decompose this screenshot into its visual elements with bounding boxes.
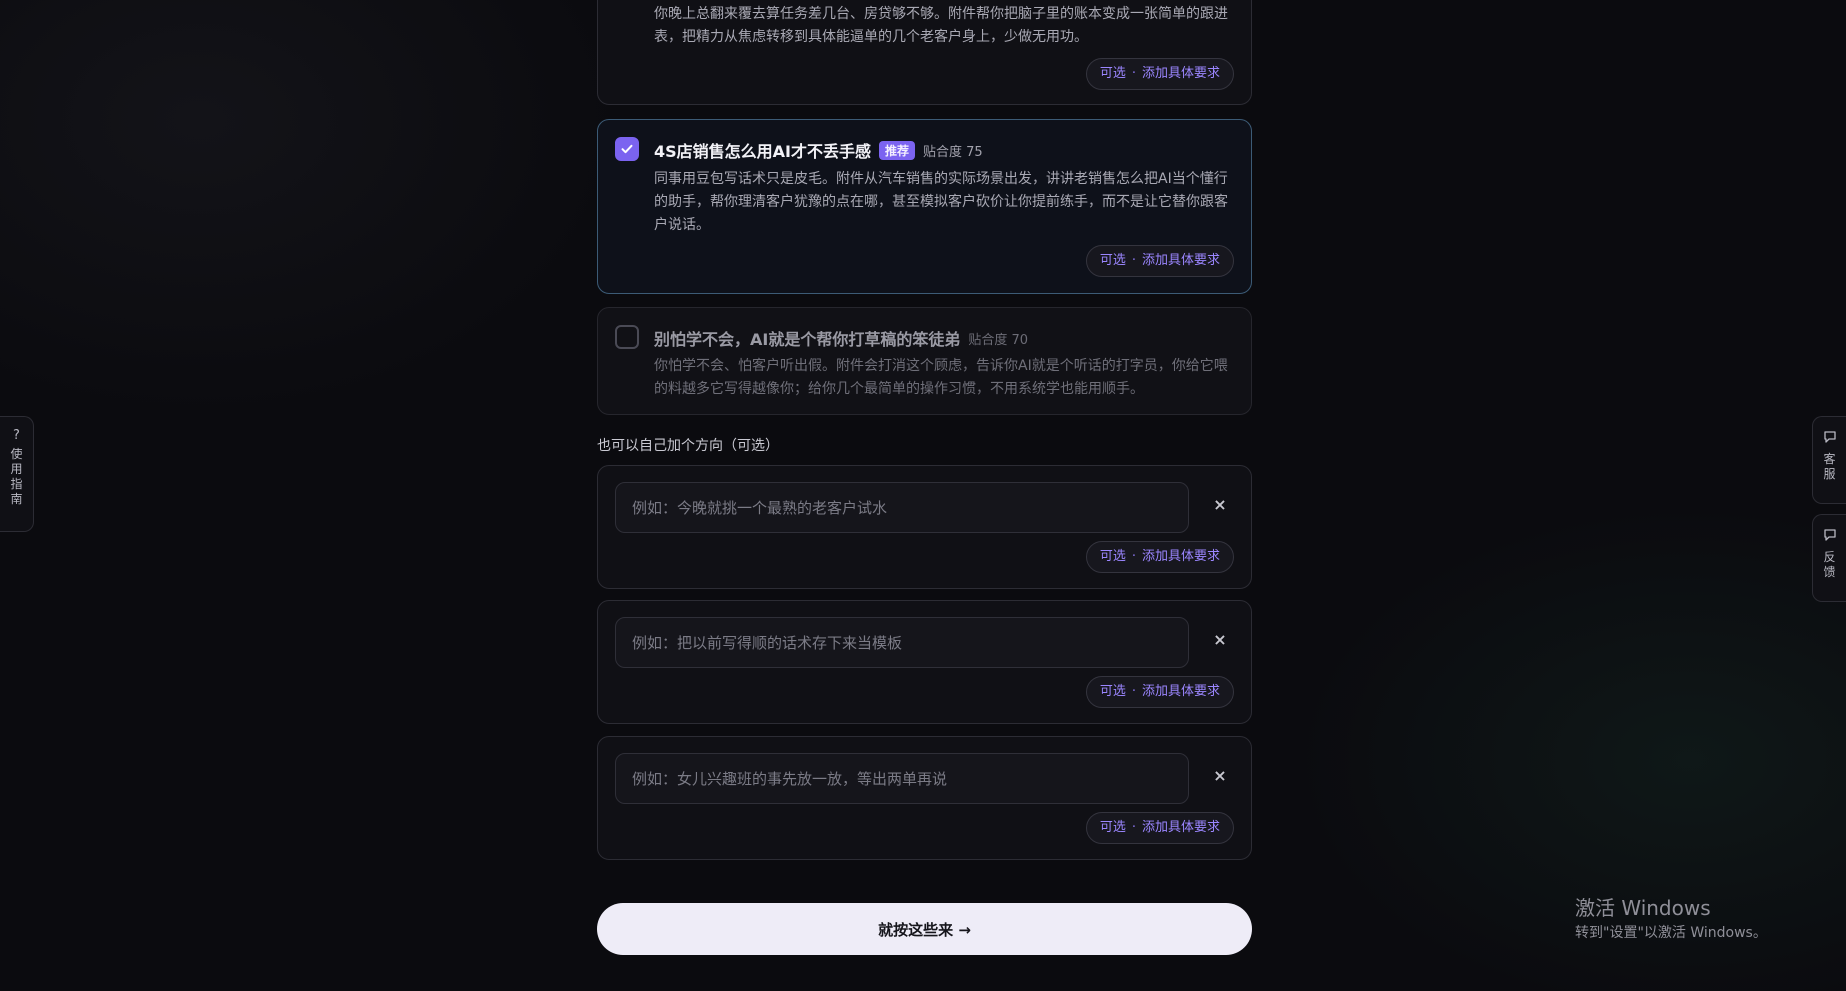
direction-card-selected[interactable]: 4S店销售怎么用AI才不丢手感 推荐 贴合度 75 同事用豆包写话术只是皮毛。附… [597, 119, 1252, 294]
guide-side-tab[interactable]: ? 使用指南 [0, 416, 34, 532]
direction-desc: 同事用豆包写话术只是皮毛。附件从汽车销售的实际场景出发，讲讲老销售怎么把AI当个… [654, 171, 1228, 233]
fit-score: 贴合度 70 [968, 332, 1029, 348]
custom-direction-label: 也可以自己加个方向（可选） [597, 438, 779, 454]
watermark-subtitle: 转到"设置"以激活 Windows。 [1575, 925, 1767, 941]
custom-direction-input[interactable] [615, 482, 1189, 533]
customer-service-tab[interactable]: 客服 [1812, 416, 1846, 504]
custom-direction-card: × 可选·添加具体要求 [597, 600, 1252, 724]
direction-desc: 你怕学不会、怕客户听出假。附件会打消这个顾虑，告诉你AI就是个听话的打字员，你给… [654, 358, 1228, 397]
fit-score: 贴合度 75 [923, 144, 983, 160]
feedback-tab[interactable]: 反馈 [1812, 514, 1846, 602]
feedback-label: 反馈 [1823, 550, 1836, 579]
guide-label: 使用指南 [10, 447, 23, 506]
custom-direction-card: × 可选·添加具体要求 [597, 465, 1252, 589]
customer-service-label: 客服 [1823, 452, 1836, 481]
direction-title-row: 4S店销售怎么用AI才不丢手感 推荐 贴合度 75 [654, 138, 983, 162]
custom-direction-input[interactable] [615, 753, 1189, 804]
submit-button[interactable]: 就按这些来 → [597, 903, 1252, 955]
direction-card: 你晚上总翻来覆去算任务差几台、房贷够不够。附件帮你把脑子里的账本变成一张简单的跟… [597, 0, 1252, 105]
add-requirement-button[interactable]: 可选 · 添加具体要求 [1085, 541, 1234, 573]
remove-direction-button[interactable]: × [1211, 767, 1229, 785]
direction-title: 4S店销售怎么用AI才不丢手感 [654, 142, 871, 161]
add-requirement-button[interactable]: 可选 · 添加具体要求 [1085, 676, 1234, 708]
help-icon: ? [13, 428, 20, 443]
custom-direction-card: × 可选·添加具体要求 [597, 736, 1252, 860]
direction-checkbox[interactable] [615, 137, 639, 161]
windows-activation-watermark: 激活 Windows 转到"设置"以激活 Windows。 [1575, 895, 1767, 943]
direction-card[interactable]: 别怕学不会，AI就是个帮你打草稿的笨徒弟 贴合度 70 你怕学不会、怕客户听出假… [597, 307, 1252, 415]
remove-direction-button[interactable]: × [1211, 631, 1229, 649]
add-requirement-button[interactable]: 可选 · 添加具体要求 [1085, 812, 1234, 844]
chat-bubble-icon [1823, 429, 1837, 448]
direction-title-row: 别怕学不会，AI就是个帮你打草稿的笨徒弟 贴合度 70 [654, 326, 1028, 350]
custom-direction-input[interactable] [615, 617, 1189, 668]
direction-checkbox[interactable] [615, 325, 639, 349]
feedback-icon [1823, 527, 1837, 546]
direction-title: 别怕学不会，AI就是个帮你打草稿的笨徒弟 [654, 330, 961, 349]
remove-direction-button[interactable]: × [1211, 496, 1229, 514]
add-requirement-button[interactable]: 可选 · 添加具体要求 [1085, 245, 1234, 277]
add-requirement-button[interactable]: 可选 · 添加具体要求 [1085, 58, 1234, 90]
watermark-title: 激活 Windows [1575, 896, 1711, 920]
recommended-badge: 推荐 [879, 140, 916, 160]
direction-desc: 你晚上总翻来覆去算任务差几台、房贷够不够。附件帮你把脑子里的账本变成一张简单的跟… [654, 6, 1228, 45]
